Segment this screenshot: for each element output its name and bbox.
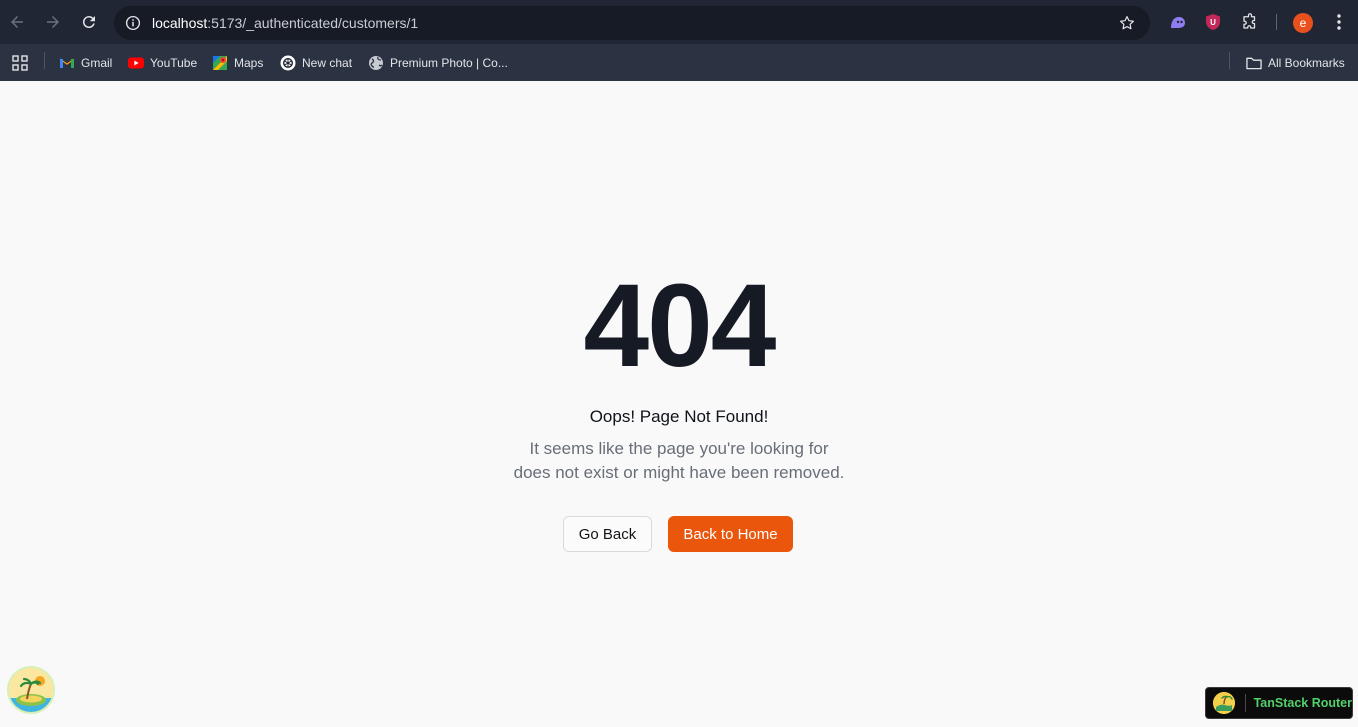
island-icon [9,668,53,712]
bookmarks-bar: Gmail YouTube Maps New chat Premium Phot… [0,44,1358,81]
all-bookmarks-button[interactable]: All Bookmarks [1246,53,1345,73]
browser-menu-icon[interactable] [1329,12,1349,32]
forward-nav-button[interactable] [40,8,66,36]
bookmark-label: YouTube [150,56,198,70]
bookmark-star-icon[interactable] [1118,14,1136,32]
site-info-icon[interactable] [124,14,142,32]
bookmark-label: Maps [234,56,264,70]
bookmark-premium-photo[interactable]: Premium Photo | Co... [368,53,508,73]
back-nav-button[interactable] [4,8,30,36]
extensions-puzzle-icon[interactable] [1240,12,1260,32]
page-content: 404 Oops! Page Not Found! It seems like … [0,81,1358,727]
error-heading: Oops! Page Not Found! [589,407,769,426]
youtube-icon [128,55,144,71]
bookmark-youtube[interactable]: YouTube [128,53,197,73]
go-back-button[interactable]: Go Back [563,516,652,552]
tanstack-logo-icon [1213,692,1235,714]
folder-icon [1246,55,1262,71]
island-avatar-widget[interactable] [7,666,55,714]
ublock-extension-icon[interactable]: U [1203,12,1223,32]
arrow-right-icon [47,16,59,28]
browser-toolbar: localhost:5173/_authenticated/customers/… [0,0,1358,44]
bookmark-label: New chat [302,56,353,70]
error-code: 404 [583,260,777,392]
tanstack-router-label: TanStack Router [1253,696,1352,710]
description-line: It seems like the page you're looking fo… [529,439,829,458]
url-path: :5173/_authenticated/customers/1 [207,15,419,31]
bookmark-new-chat[interactable]: New chat [280,53,352,73]
maps-icon [212,55,228,71]
all-bookmarks-label: All Bookmarks [1268,56,1345,70]
error-description: It seems like the page you're looking fo… [479,437,879,485]
url-text: localhost:5173/_authenticated/customers/… [152,15,418,31]
bookmark-label: Premium Photo | Co... [390,56,508,70]
ghost-extension-icon[interactable] [1167,12,1187,32]
tanstack-router-devtools-button[interactable]: TanStack Router [1205,687,1353,719]
profile-avatar[interactable]: e [1293,13,1313,33]
globe-icon [368,55,384,71]
address-bar[interactable]: localhost:5173/_authenticated/customers/… [114,6,1150,40]
devtools-divider [1244,694,1246,712]
bookmarks-divider [44,52,45,69]
apps-grid-icon [12,55,28,71]
bookmark-label: Gmail [81,56,113,70]
reload-icon [82,16,95,29]
bookmarks-divider [1229,52,1230,69]
bookmark-gmail[interactable]: Gmail [59,53,112,73]
back-to-home-button[interactable]: Back to Home [668,516,793,552]
url-host: localhost [152,15,208,31]
toolbar-divider [1276,14,1277,30]
description-line: does not exist or might have been remove… [513,463,845,482]
reload-button[interactable] [76,8,102,36]
gmail-icon [59,55,75,71]
bookmark-maps[interactable]: Maps [212,53,263,73]
openai-icon [280,55,296,71]
svg-text:U: U [1210,18,1216,27]
arrow-left-icon [11,16,23,28]
apps-grid-button[interactable] [12,53,28,73]
